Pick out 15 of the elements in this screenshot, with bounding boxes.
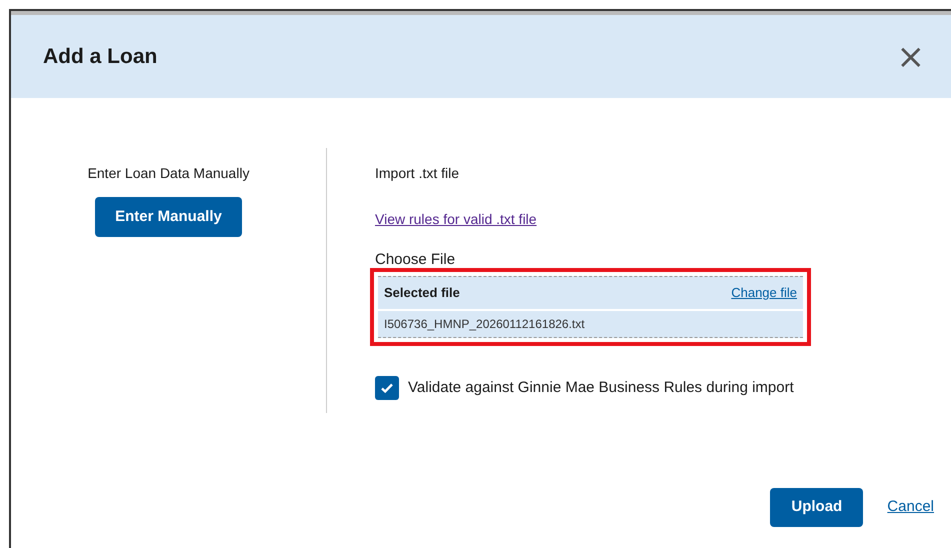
choose-file-label: Choose File [375, 252, 456, 267]
upload-button[interactable]: Upload [770, 488, 864, 527]
close-button[interactable]: × [896, 40, 925, 74]
rules-link[interactable]: View rules for valid .txt file [375, 209, 537, 230]
change-file-link[interactable]: Change file [731, 283, 797, 303]
enter-manually-button[interactable]: Enter Manually [95, 197, 242, 237]
checkbox[interactable] [375, 376, 399, 400]
selected-file-label: Selected file [384, 284, 460, 302]
cancel-link[interactable]: Cancel [887, 496, 934, 519]
checkmark-icon [380, 381, 394, 395]
dialog-title: Add a Loan [43, 44, 158, 70]
import-heading: Import .txt file [375, 164, 460, 183]
validate-label: Validate against Ginnie Mae Business Rules during import [408, 378, 794, 398]
manual-entry-label: Enter Loan Data Manually [88, 164, 250, 183]
file-name: I506736_HMNP_20260112161826.txt [384, 316, 585, 333]
